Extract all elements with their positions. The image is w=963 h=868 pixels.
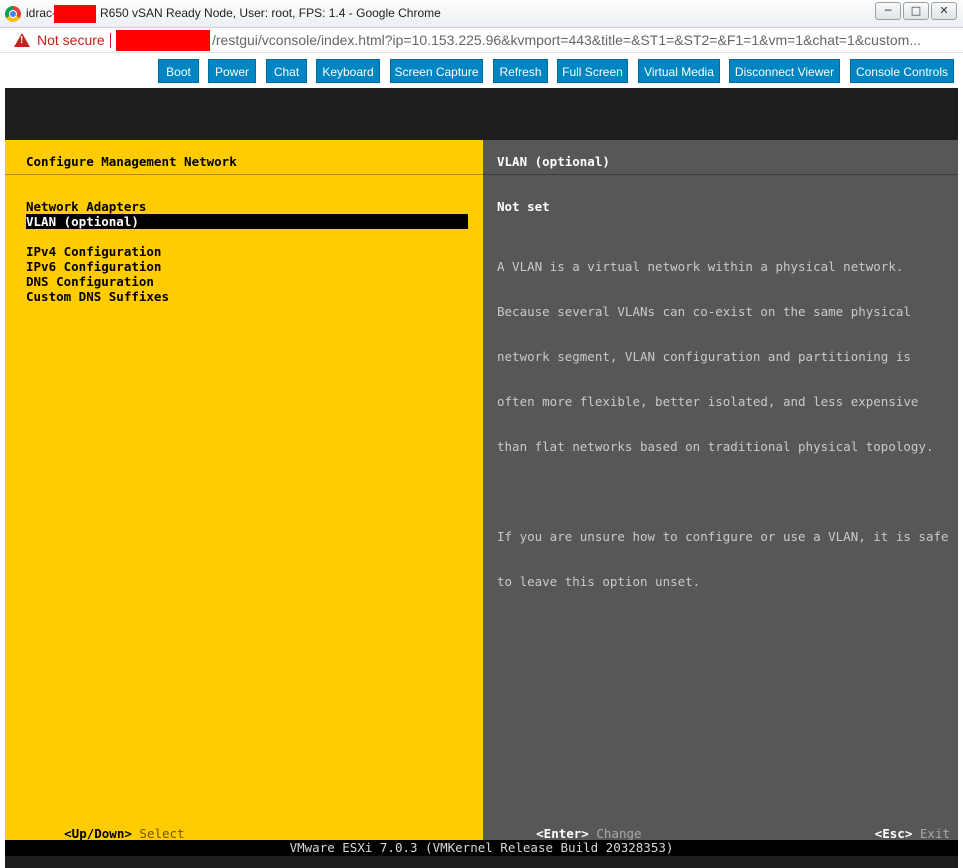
network-menu: Network Adapters VLAN (optional) IPv4 Co… (26, 199, 468, 304)
chrome-icon (5, 6, 21, 22)
enter-key: <Enter> (536, 826, 589, 841)
warning-icon[interactable] (14, 33, 30, 47)
disconnect-viewer-button[interactable]: Disconnect Viewer (729, 59, 840, 83)
keyboard-button[interactable]: Keyboard (316, 59, 380, 83)
redacted-host (116, 30, 210, 51)
menu-item-dns-configuration[interactable]: DNS Configuration (26, 274, 468, 289)
virtual-media-button[interactable]: Virtual Media (638, 59, 720, 83)
select-action: Select (139, 826, 185, 841)
description-line: often more flexible, better isolated, an… (497, 394, 919, 409)
exit-action: Exit (919, 826, 950, 841)
updown-key: <Up/Down> (64, 826, 132, 841)
vlan-value: Not set (497, 199, 550, 214)
menu-item-vlan[interactable]: VLAN (optional) (26, 214, 468, 229)
description-line: network segment, VLAN configuration and … (497, 349, 911, 364)
refresh-button[interactable]: Refresh (493, 59, 548, 83)
virtual-console-toolbar: Boot Power Chat Keyboard Screen Capture … (0, 54, 963, 88)
esxi-version-text: VMware ESXi 7.0.3 (VMKernel Release Buil… (289, 840, 674, 855)
security-indicator[interactable]: Not secure (37, 32, 105, 48)
boot-button[interactable]: Boot (158, 59, 199, 83)
url-text[interactable]: /restgui/vconsole/index.html?ip=10.153.2… (212, 32, 921, 48)
menu-spacer (26, 229, 468, 244)
power-button[interactable]: Power (208, 59, 256, 83)
detail-divider (483, 174, 958, 175)
detail-title: VLAN (optional) (497, 154, 610, 169)
title-divider (5, 174, 483, 175)
redacted-hostname (54, 5, 96, 23)
console-bottom-margin (5, 856, 958, 868)
detail-panel: VLAN (optional) Not set A VLAN is a virt… (483, 140, 958, 841)
address-bar[interactable]: Not secure /restgui/vconsole/index.html?… (0, 28, 963, 53)
panel-title: Configure Management Network (26, 154, 237, 169)
description-line: Because several VLANs can co-exist on th… (497, 304, 911, 319)
chat-button[interactable]: Chat (266, 59, 307, 83)
full-screen-button[interactable]: Full Screen (557, 59, 628, 83)
address-separator (110, 33, 111, 48)
menu-item-network-adapters[interactable]: Network Adapters (26, 199, 468, 214)
description-line: A VLAN is a virtual network within a phy… (497, 259, 904, 274)
window-title-prefix: idrac- (26, 6, 57, 20)
console-controls-button[interactable]: Console Controls (850, 59, 954, 83)
esc-key: <Esc> (874, 826, 913, 841)
close-button[interactable]: ✕ (931, 2, 957, 20)
description-line: If you are unsure how to configure or us… (497, 529, 949, 544)
menu-panel: Configure Management Network Network Ada… (5, 140, 483, 841)
esxi-status-bar: VMware ESXi 7.0.3 (VMKernel Release Buil… (5, 840, 958, 856)
menu-item-ipv4-configuration[interactable]: IPv4 Configuration (26, 244, 468, 259)
menu-item-custom-dns-suffixes[interactable]: Custom DNS Suffixes (26, 289, 468, 304)
description-line: than flat networks based on traditional … (497, 439, 934, 454)
description-line: to leave this option unset. (497, 574, 701, 589)
vlan-description: A VLAN is a virtual network within a phy… (497, 229, 952, 619)
minimize-button[interactable]: ─ (875, 2, 901, 20)
window-title-bar: idrac- R650 vSAN Ready Node, User: root,… (0, 0, 963, 28)
description-line (497, 484, 952, 499)
window-controls: ─ □ ✕ (875, 2, 957, 20)
console-top-margin (5, 88, 958, 140)
window-title: R650 vSAN Ready Node, User: root, FPS: 1… (100, 6, 441, 20)
change-action: Change (596, 826, 642, 841)
remote-console-screen[interactable]: Configure Management Network Network Ada… (5, 88, 958, 868)
maximize-button[interactable]: □ (903, 2, 929, 20)
menu-item-ipv6-configuration[interactable]: IPv6 Configuration (26, 259, 468, 274)
screen-capture-button[interactable]: Screen Capture (390, 59, 483, 83)
